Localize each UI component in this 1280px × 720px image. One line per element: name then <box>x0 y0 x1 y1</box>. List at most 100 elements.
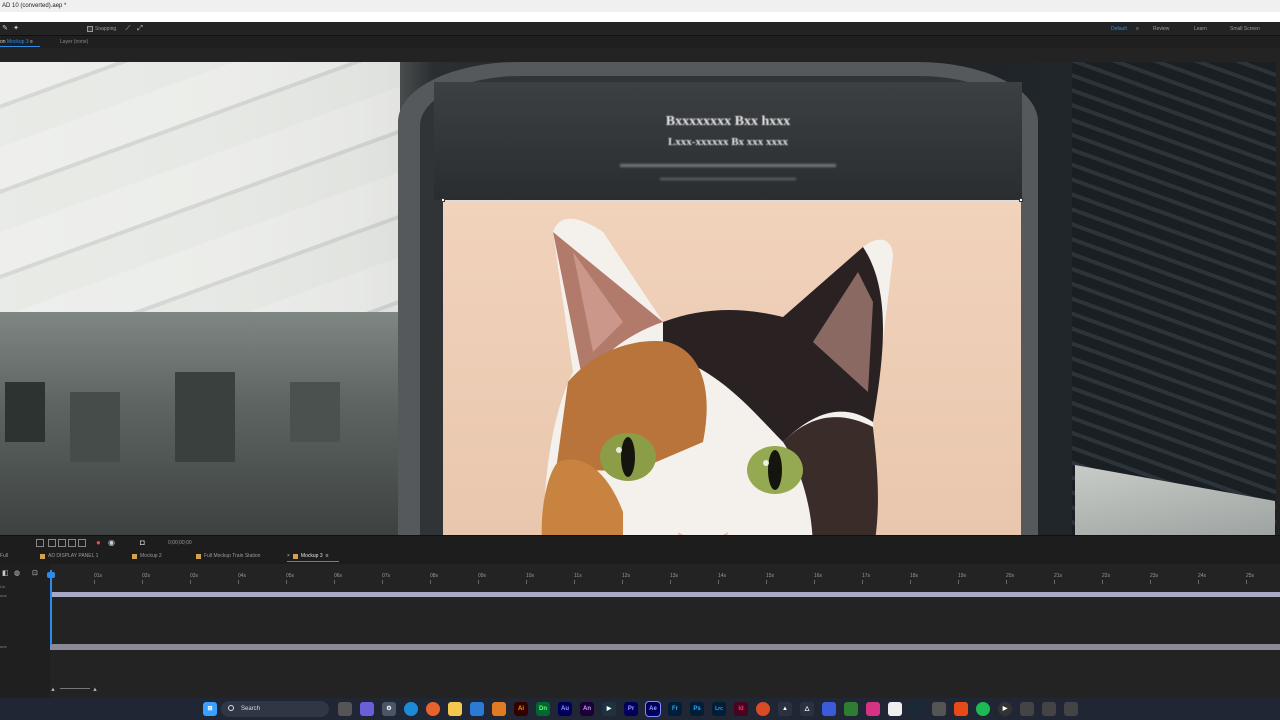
shield-icon[interactable] <box>822 702 836 716</box>
ruler-tick: 03s <box>190 573 199 584</box>
vlc-icon[interactable]: ▲ <box>778 702 792 716</box>
timeline-panel[interactable]: ◧ ◍ ⊡ Lin one one 0s 01s 02s 03s 04s 05s… <box>0 564 1280 698</box>
indesign-icon[interactable]: Id <box>734 702 748 716</box>
pen-tool-icon[interactable]: ✎ <box>1 25 9 33</box>
zoom-out-icon[interactable]: ▲ <box>50 687 56 693</box>
playhead[interactable] <box>50 570 52 645</box>
comp-tab-full-mockup-train-station[interactable]: Full Mockup Train Station <box>196 553 260 559</box>
store-icon[interactable] <box>470 702 484 716</box>
guides-icon[interactable] <box>58 539 66 547</box>
transparency-grid-icon[interactable] <box>48 539 56 547</box>
steam-icon[interactable] <box>910 702 924 716</box>
capture-icon[interactable] <box>1042 702 1056 716</box>
viewer-header: on Mockup 3 ≡ Layer (none) <box>0 36 1280 48</box>
workspace-menu-icon[interactable]: ≡ <box>1136 26 1139 32</box>
pin-tool-icon[interactable]: ✦ <box>12 25 20 33</box>
ruler-tick: 01s <box>94 573 103 584</box>
ruler-tick: 05s <box>286 573 295 584</box>
station-roof <box>0 62 400 332</box>
monitor-icon[interactable] <box>932 702 946 716</box>
composition-tab[interactable]: on Mockup 3 ≡ <box>0 36 40 48</box>
microphone-icon[interactable] <box>1020 702 1034 716</box>
layers-icon[interactable]: ◧ <box>2 569 9 577</box>
file-explorer-icon[interactable] <box>448 702 462 716</box>
layer-duration-bar[interactable] <box>50 644 1280 650</box>
photoshop-icon[interactable]: Ps <box>690 702 704 716</box>
illustrator-icon[interactable]: Ai <box>514 702 528 716</box>
workspace-learn[interactable]: Learn <box>1194 26 1207 32</box>
fresco-icon[interactable]: Fr <box>668 702 682 716</box>
notepad-icon[interactable] <box>888 702 902 716</box>
after-effects-icon[interactable]: Ae <box>645 701 661 717</box>
blender-icon[interactable] <box>492 702 506 716</box>
dimension-icon[interactable]: Dn <box>536 702 550 716</box>
game-icon[interactable] <box>954 702 968 716</box>
billboard-fine-print <box>620 164 836 167</box>
brave-icon[interactable] <box>756 702 770 716</box>
animate-icon[interactable]: An <box>580 702 594 716</box>
zoom-in-icon[interactable]: ▲ <box>92 687 98 693</box>
ruler-tick: 10s <box>526 573 535 584</box>
workspace-small-screen[interactable]: Small Screen <box>1230 26 1260 32</box>
snap-options-icon[interactable]: ⟋ <box>124 25 132 33</box>
region-of-interest-icon[interactable] <box>36 539 44 547</box>
time-ruler[interactable]: 0s 01s 02s 03s 04s 05s 06s 07s 08s 09s 1… <box>50 570 1280 584</box>
triangle-app-icon[interactable]: △ <box>800 702 814 716</box>
expand-icon[interactable]: ⤢ <box>136 25 144 33</box>
ruler-tick: 22s <box>1102 573 1111 584</box>
workspace-review[interactable]: Review <box>1153 26 1169 32</box>
zoom-slider[interactable] <box>60 688 90 689</box>
chat-icon[interactable] <box>360 702 374 716</box>
lightroom-classic-icon[interactable]: Lrc <box>712 702 726 716</box>
transform-handle-top-left[interactable] <box>441 198 445 202</box>
firefox-icon[interactable] <box>426 702 440 716</box>
close-icon[interactable]: × <box>287 553 290 559</box>
layer-row-label: one <box>0 593 7 598</box>
comp-tab-mockup-3[interactable]: × Mockup 3 ≡ <box>287 553 339 562</box>
mask-visibility-icon[interactable] <box>68 539 76 547</box>
layer-tab[interactable]: Layer (none) <box>60 36 88 48</box>
comp-flowchart-icon[interactable]: ⊡ <box>32 569 38 577</box>
timecode-display[interactable]: 0;00;00;00 <box>168 540 192 546</box>
layer-list: ◧ ◍ ⊡ Lin one one <box>0 564 50 698</box>
edge-browser-icon[interactable] <box>404 702 418 716</box>
settings-icon[interactable]: ⚙ <box>382 702 396 716</box>
composition-viewer[interactable]: Bxxxxxxxx Bxx hxxx Lxxx-xxxxxx Bx xxx xx… <box>0 48 1280 535</box>
audition-icon[interactable]: Au <box>558 702 572 716</box>
ad-display-panel[interactable] <box>443 200 1021 535</box>
ruler-tick: 21s <box>1054 573 1063 584</box>
billboard-header: Bxxxxxxxx Bxx hxxx Lxxx-xxxxxx Bx xxx xx… <box>434 82 1022 200</box>
ruler-tick: 07s <box>382 573 391 584</box>
taskbar-search[interactable]: Search <box>221 701 329 717</box>
tab-menu-icon[interactable]: ≡ <box>326 553 329 559</box>
snapping-toggle[interactable]: Snapping <box>87 26 116 32</box>
playhead-handle[interactable] <box>47 572 55 578</box>
grid-icon[interactable] <box>78 539 86 547</box>
android-icon[interactable] <box>844 702 858 716</box>
ruler-tick: 13s <box>670 573 679 584</box>
ruler-tick: 23s <box>1150 573 1159 584</box>
premiere-icon[interactable]: Pr <box>624 702 638 716</box>
start-button-icon[interactable]: ⊞ <box>203 702 217 716</box>
task-view-icon[interactable] <box>338 702 352 716</box>
composition-tabs: Full AD DISPLAY PANEL 1 Mockup 2 Full Mo… <box>0 550 1280 564</box>
window-title: AD 10 (converted).aep * <box>0 0 1280 12</box>
media-encoder-icon[interactable]: ▶ <box>602 702 616 716</box>
transform-handle-top-right[interactable] <box>1019 198 1023 202</box>
comp-tab-ad-display-panel-1[interactable]: AD DISPLAY PANEL 1 <box>40 553 98 559</box>
snapshot-icon[interactable]: ◘ <box>140 538 145 547</box>
camera-icon[interactable]: ◉ <box>108 538 115 547</box>
graph-editor-icon[interactable]: ◍ <box>14 569 20 577</box>
photos-icon[interactable] <box>866 702 880 716</box>
spotify-icon[interactable] <box>976 702 990 716</box>
comp-tab-mockup-2[interactable]: Mockup 2 <box>132 553 162 559</box>
ruler-tick: 04s <box>238 573 247 584</box>
work-area-bar[interactable] <box>50 592 1280 597</box>
color-channel-icon[interactable]: ● <box>96 538 101 547</box>
workspace-default[interactable]: Default <box>1111 26 1127 32</box>
comp-tab-full[interactable]: Full <box>0 553 8 559</box>
composition-name: Mockup 3 <box>6 39 29 45</box>
phone-link-icon[interactable] <box>1064 702 1078 716</box>
media-player-icon[interactable]: ▶ <box>998 702 1012 716</box>
snapping-checkbox[interactable] <box>87 26 93 32</box>
